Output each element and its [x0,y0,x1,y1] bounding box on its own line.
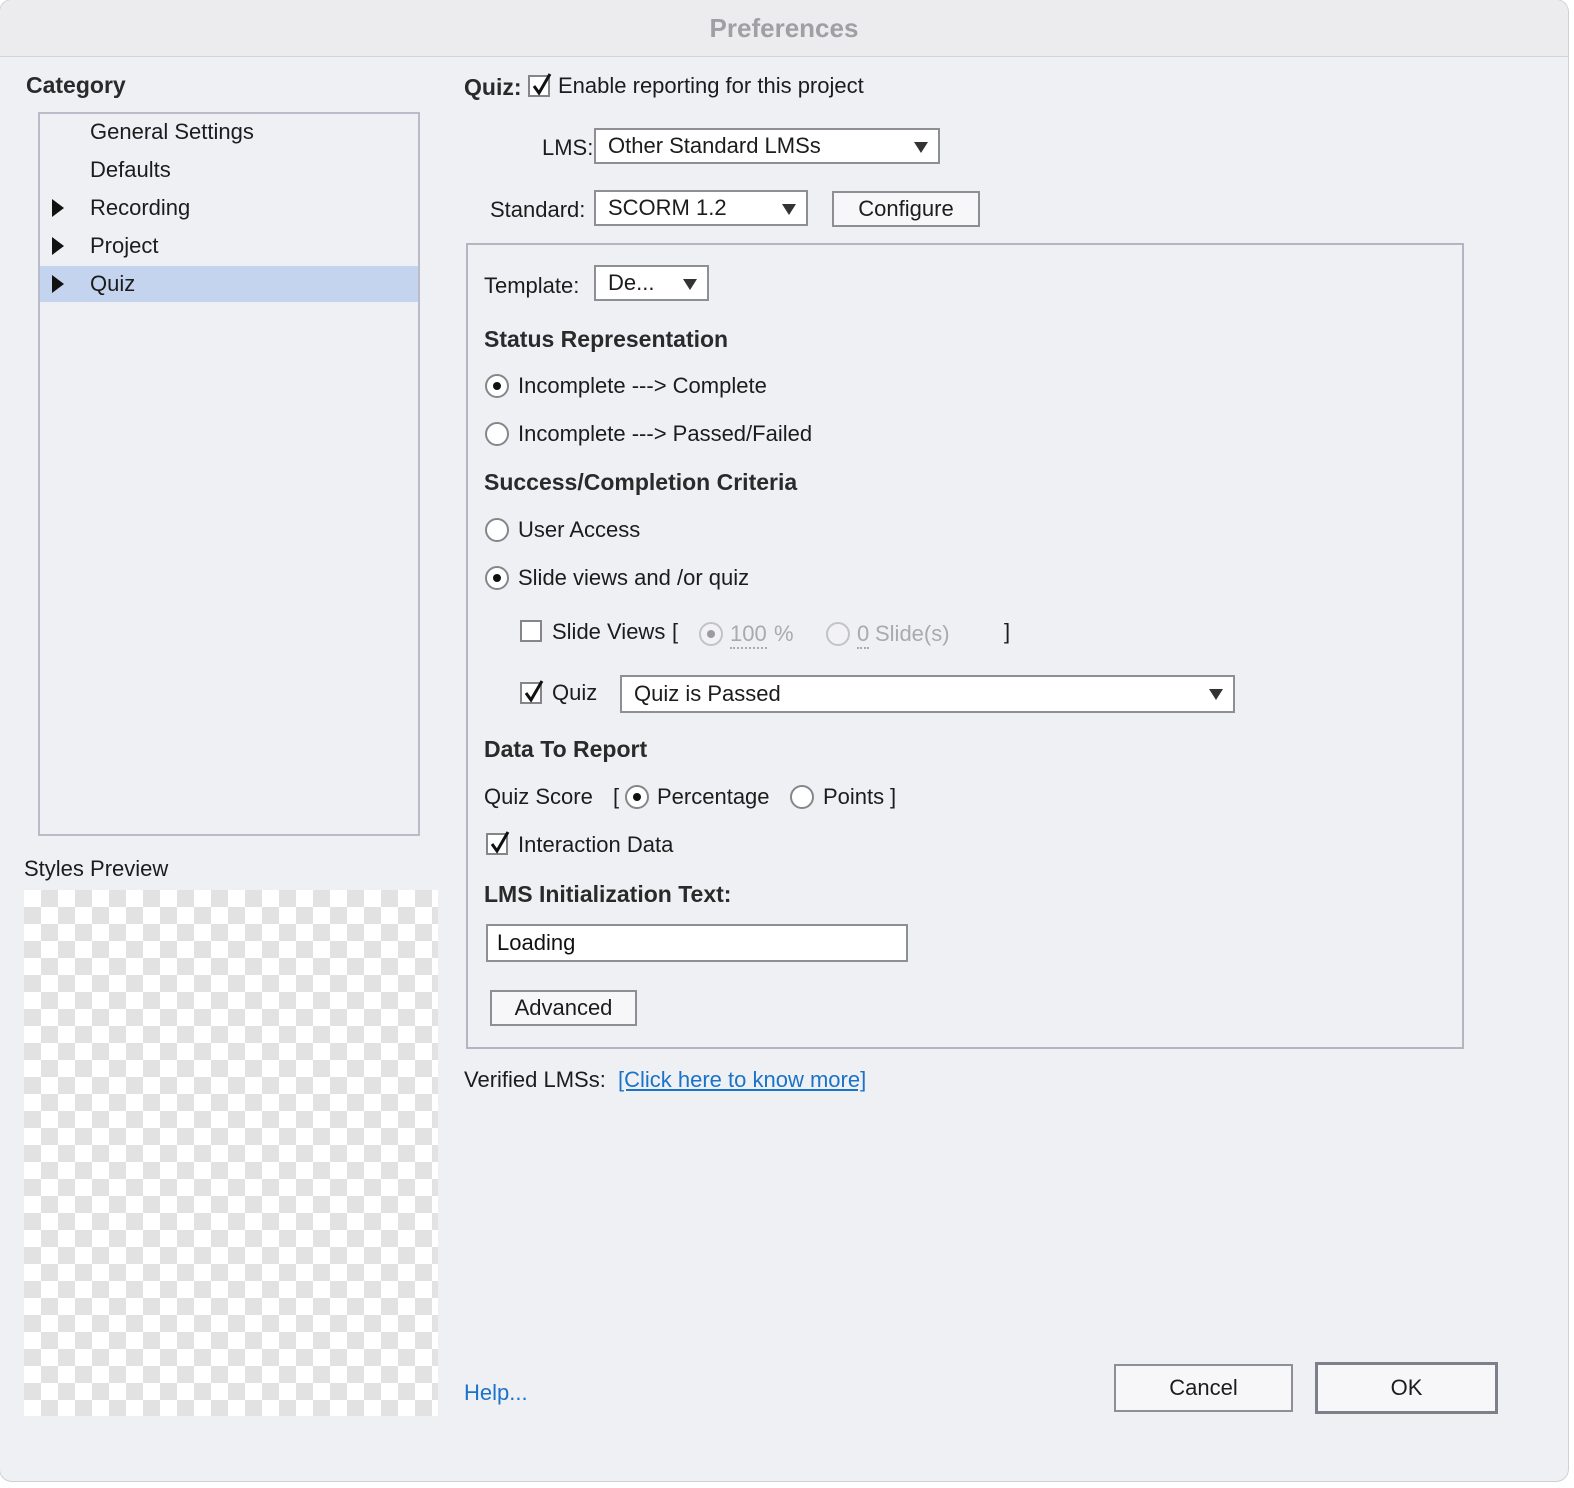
chevron-down-icon [683,279,697,290]
quiz-condition-value: Quiz is Passed [634,681,781,706]
slide-views-quiz-label: Slide views and /or quiz [518,565,750,590]
data-to-report-heading: Data To Report [484,736,648,762]
standard-value: SCORM 1.2 [608,195,727,220]
tree-item-label: Project [90,233,159,258]
slide-views-quiz-radio[interactable] [485,566,509,590]
category-tree: General Settings Defaults Recording Proj… [38,112,420,836]
standard-dropdown[interactable]: SCORM 1.2 [594,190,808,226]
tree-item-label: Defaults [90,157,171,182]
slide-views-percent-unit: % [774,621,794,646]
slide-views-bracket-close: ] [1004,619,1011,644]
status-complete-label: Incomplete ---> Complete [518,373,767,398]
points-label: Points [823,784,885,809]
chevron-down-icon [782,204,796,215]
lms-dropdown[interactable]: Other Standard LMSs [594,128,940,164]
checkmark-icon [524,680,544,703]
tree-item-label: Quiz [90,271,136,296]
quiz-check-label: Quiz [552,680,598,705]
quiz-checkbox[interactable] [520,680,544,704]
user-access-label: User Access [518,517,641,542]
quiz-score-bracket-open: [ [613,784,620,809]
styles-preview-label: Styles Preview [24,856,169,881]
percentage-label: Percentage [657,784,770,809]
slide-views-count-unit: Slide(s) [875,621,950,646]
template-dropdown[interactable]: De... [594,265,709,301]
slide-views-checkbox[interactable] [520,620,542,642]
slide-views-bracket-open: [ [672,619,679,644]
chevron-down-icon [914,142,928,153]
interaction-data-label: Interaction Data [518,832,674,857]
configure-button[interactable]: Configure [832,191,980,227]
standard-label: Standard: [490,197,586,222]
cancel-button[interactable]: Cancel [1114,1364,1293,1412]
lms-init-text-field[interactable]: Loading [486,924,908,962]
checkmark-icon [532,73,552,96]
lms-label: LMS: [542,135,594,160]
status-passed-failed-radio[interactable] [485,422,509,446]
slide-views-percent-value[interactable]: 100 [730,621,767,649]
slide-views-count-value[interactable]: 0 [857,621,870,649]
interaction-data-checkbox[interactable] [486,831,510,855]
template-label: Template: [484,273,580,298]
status-representation-heading: Status Representation [484,326,729,352]
dialog-title: Preferences [0,0,1568,57]
lms-init-heading: LMS Initialization Text: [484,881,732,907]
tree-item-defaults[interactable]: Defaults [40,152,418,188]
tree-item-quiz[interactable]: Quiz [40,266,418,302]
tree-item-label: General Settings [90,119,254,144]
verified-lms-label: Verified LMSs: [464,1067,606,1092]
tree-item-project[interactable]: Project [40,228,418,264]
tree-item-recording[interactable]: Recording [40,190,418,226]
tree-item-general-settings[interactable]: General Settings [40,114,418,150]
template-value: De... [608,270,655,295]
slide-views-count-radio[interactable] [826,622,850,646]
quiz-condition-dropdown[interactable]: Quiz is Passed [620,675,1235,713]
quiz-heading: Quiz: [464,74,522,100]
status-complete-radio[interactable] [485,374,509,398]
expand-arrow-icon[interactable] [52,237,64,255]
tree-item-label: Recording [90,195,191,220]
user-access-radio[interactable] [485,518,509,542]
chevron-down-icon [1209,689,1223,700]
ok-button[interactable]: OK [1315,1362,1498,1414]
status-passed-failed-label: Incomplete ---> Passed/Failed [518,421,813,446]
quiz-score-label: Quiz Score [484,784,593,809]
preferences-dialog: Preferences Category General Settings De… [0,0,1568,1481]
points-radio[interactable] [790,785,814,809]
help-link[interactable]: Help... [464,1380,528,1406]
checkmark-icon [490,831,510,854]
enable-reporting-checkbox[interactable] [528,73,552,97]
category-heading: Category [26,72,126,98]
verified-lms-link[interactable]: [Click here to know more] [618,1067,866,1093]
advanced-button[interactable]: Advanced [490,990,637,1026]
enable-reporting-label: Enable reporting for this project [558,73,864,98]
quiz-score-bracket-close: ] [890,784,897,809]
expand-arrow-icon[interactable] [52,199,64,217]
expand-arrow-icon[interactable] [52,275,64,293]
percentage-radio[interactable] [625,785,649,809]
lms-value: Other Standard LMSs [608,133,821,158]
criteria-heading: Success/Completion Criteria [484,469,798,495]
slide-views-label: Slide Views [552,619,666,644]
slide-views-percent-radio[interactable] [699,622,723,646]
styles-preview-canvas [24,890,438,1416]
